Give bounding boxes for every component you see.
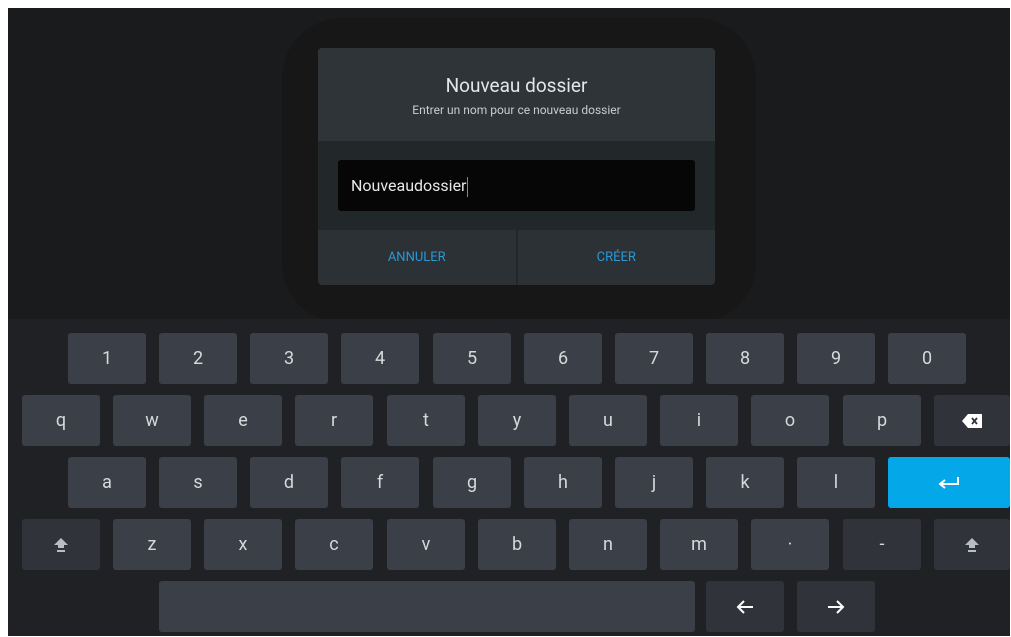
dialog-body: Nouveaudossier bbox=[318, 141, 715, 230]
enter-icon bbox=[938, 476, 959, 489]
shift-icon bbox=[54, 537, 68, 552]
shift-icon bbox=[965, 537, 979, 552]
space-key[interactable] bbox=[159, 581, 695, 632]
key-y[interactable]: y bbox=[478, 395, 556, 446]
key-j[interactable]: j bbox=[615, 457, 693, 508]
key-a[interactable]: a bbox=[68, 457, 146, 508]
new-folder-dialog: Nouveau dossier Entrer un nom pour ce no… bbox=[318, 48, 715, 285]
key-0[interactable]: 0 bbox=[888, 333, 966, 384]
key-1[interactable]: 1 bbox=[68, 333, 146, 384]
key-c[interactable]: c bbox=[295, 519, 373, 570]
backspace-icon bbox=[962, 413, 982, 428]
key-g[interactable]: g bbox=[433, 457, 511, 508]
key-k[interactable]: k bbox=[706, 457, 784, 508]
key-t[interactable]: t bbox=[387, 395, 465, 446]
key-w[interactable]: w bbox=[113, 395, 191, 446]
screen: Nouveau dossier Entrer un nom pour ce no… bbox=[8, 8, 1010, 636]
key-dash[interactable]: - bbox=[843, 519, 921, 570]
key-4[interactable]: 4 bbox=[341, 333, 419, 384]
key-z[interactable]: z bbox=[113, 519, 191, 570]
backspace-key[interactable] bbox=[934, 395, 1010, 446]
key-h[interactable]: h bbox=[524, 457, 602, 508]
key-v[interactable]: v bbox=[387, 519, 465, 570]
key-3[interactable]: 3 bbox=[250, 333, 328, 384]
key-6[interactable]: 6 bbox=[524, 333, 602, 384]
key-d[interactable]: d bbox=[250, 457, 328, 508]
key-7[interactable]: 7 bbox=[615, 333, 693, 384]
key-n[interactable]: n bbox=[569, 519, 647, 570]
dialog-subtitle: Entrer un nom pour ce nouveau dossier bbox=[412, 103, 621, 117]
key-m[interactable]: m bbox=[660, 519, 738, 570]
key-b[interactable]: b bbox=[478, 519, 556, 570]
key-9[interactable]: 9 bbox=[797, 333, 875, 384]
key-u[interactable]: u bbox=[569, 395, 647, 446]
key-8[interactable]: 8 bbox=[706, 333, 784, 384]
enter-key[interactable] bbox=[888, 457, 1010, 508]
key-p[interactable]: p bbox=[843, 395, 921, 446]
folder-name-value: Nouveaudossier bbox=[351, 176, 467, 195]
arrow-right-icon bbox=[828, 599, 845, 614]
arrow-left-icon bbox=[736, 599, 753, 614]
shift-key-right[interactable] bbox=[934, 519, 1010, 570]
key-x[interactable]: x bbox=[204, 519, 282, 570]
key-i[interactable]: i bbox=[660, 395, 738, 446]
key-s[interactable]: s bbox=[159, 457, 237, 508]
text-cursor bbox=[467, 176, 469, 197]
key-dot[interactable]: · bbox=[751, 519, 829, 570]
on-screen-keyboard: 1 2 3 4 5 6 7 8 9 0 q w e r t y u i o p … bbox=[8, 319, 1010, 636]
key-e[interactable]: e bbox=[204, 395, 282, 446]
key-l[interactable]: l bbox=[797, 457, 875, 508]
cancel-button[interactable]: ANNULER bbox=[318, 230, 516, 285]
key-q[interactable]: q bbox=[22, 395, 100, 446]
folder-name-input[interactable]: Nouveaudossier bbox=[338, 160, 695, 211]
key-r[interactable]: r bbox=[295, 395, 373, 446]
key-2[interactable]: 2 bbox=[159, 333, 237, 384]
cursor-right-key[interactable] bbox=[797, 581, 875, 632]
key-f[interactable]: f bbox=[341, 457, 419, 508]
cursor-left-key[interactable] bbox=[706, 581, 784, 632]
key-5[interactable]: 5 bbox=[433, 333, 511, 384]
shift-key-left[interactable] bbox=[22, 519, 100, 570]
create-button[interactable]: CRÉER bbox=[515, 230, 716, 285]
dialog-header: Nouveau dossier Entrer un nom pour ce no… bbox=[318, 48, 715, 141]
dialog-actions: ANNULER CRÉER bbox=[318, 230, 715, 285]
key-o[interactable]: o bbox=[751, 395, 829, 446]
dialog-title: Nouveau dossier bbox=[445, 74, 588, 97]
